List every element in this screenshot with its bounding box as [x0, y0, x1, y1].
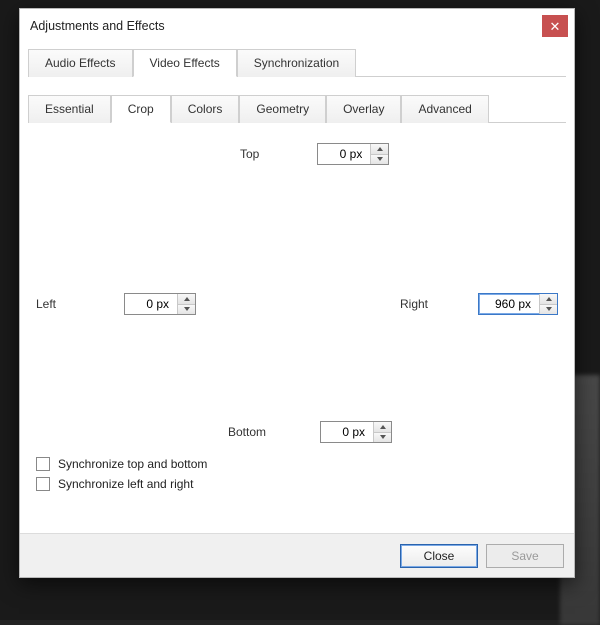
adjustments-effects-dialog: Adjustments and Effects ✕ Audio Effects …	[19, 8, 575, 578]
sync-top-bottom-checkbox[interactable]	[36, 457, 50, 471]
crop-sync-options: Synchronize top and bottom Synchronize l…	[30, 453, 564, 499]
window-close-button[interactable]: ✕	[542, 15, 568, 37]
crop-bottom-up[interactable]	[374, 422, 391, 432]
save-button: Save	[486, 544, 564, 568]
sync-left-right-label: Synchronize left and right	[58, 477, 193, 491]
crop-right-group: Right	[400, 293, 558, 315]
subtab-advanced[interactable]: Advanced	[401, 95, 488, 123]
main-tabstrip: Audio Effects Video Effects Synchronizat…	[20, 43, 574, 77]
crop-left-input[interactable]	[125, 294, 177, 314]
crop-right-up[interactable]	[540, 294, 557, 304]
crop-bottom-group: Bottom	[228, 421, 392, 443]
subtab-overlay[interactable]: Overlay	[326, 95, 401, 123]
close-button[interactable]: Close	[400, 544, 478, 568]
crop-top-down[interactable]	[371, 154, 388, 165]
subtab-colors[interactable]: Colors	[171, 95, 240, 123]
crop-right-spin[interactable]	[478, 293, 558, 315]
crop-panel: Top Left	[30, 123, 564, 523]
crop-bottom-label: Bottom	[228, 425, 266, 439]
sync-top-bottom-label: Synchronize top and bottom	[58, 457, 207, 471]
chevron-up-icon	[377, 147, 383, 151]
crop-bottom-spin[interactable]	[320, 421, 392, 443]
crop-bottom-down[interactable]	[374, 432, 391, 443]
sync-top-bottom-row[interactable]: Synchronize top and bottom	[36, 457, 558, 471]
crop-top-group: Top	[240, 143, 389, 165]
sync-left-right-row[interactable]: Synchronize left and right	[36, 477, 558, 491]
crop-bottom-input[interactable]	[321, 422, 373, 442]
subtab-essential[interactable]: Essential	[28, 95, 111, 123]
action-bar: Close Save	[20, 533, 574, 577]
dialog-title: Adjustments and Effects	[30, 19, 165, 33]
subtab-geometry[interactable]: Geometry	[239, 95, 326, 123]
chevron-down-icon	[546, 307, 552, 311]
chevron-down-icon	[380, 435, 386, 439]
close-icon: ✕	[550, 20, 561, 33]
tab-synchronization[interactable]: Synchronization	[237, 49, 356, 77]
tab-video-effects[interactable]: Video Effects	[133, 49, 237, 77]
crop-left-up[interactable]	[178, 294, 195, 304]
video-effects-subtabs: Essential Crop Colors Geometry Overlay A…	[20, 77, 574, 123]
chevron-up-icon	[546, 297, 552, 301]
crop-left-down[interactable]	[178, 304, 195, 315]
chevron-up-icon	[184, 297, 190, 301]
crop-left-group: Left	[36, 293, 196, 315]
crop-left-spin[interactable]	[124, 293, 196, 315]
tab-audio-effects[interactable]: Audio Effects	[28, 49, 133, 77]
crop-top-spin[interactable]	[317, 143, 389, 165]
chevron-down-icon	[184, 307, 190, 311]
crop-right-input[interactable]	[479, 294, 539, 314]
subtab-crop[interactable]: Crop	[111, 95, 171, 123]
chevron-down-icon	[377, 157, 383, 161]
sync-left-right-checkbox[interactable]	[36, 477, 50, 491]
crop-top-up[interactable]	[371, 144, 388, 154]
titlebar: Adjustments and Effects ✕	[20, 9, 574, 43]
crop-top-input[interactable]	[318, 144, 370, 164]
crop-top-label: Top	[240, 147, 259, 161]
crop-left-label: Left	[36, 297, 56, 311]
crop-right-label: Right	[400, 297, 428, 311]
crop-right-down[interactable]	[540, 304, 557, 315]
chevron-up-icon	[380, 425, 386, 429]
